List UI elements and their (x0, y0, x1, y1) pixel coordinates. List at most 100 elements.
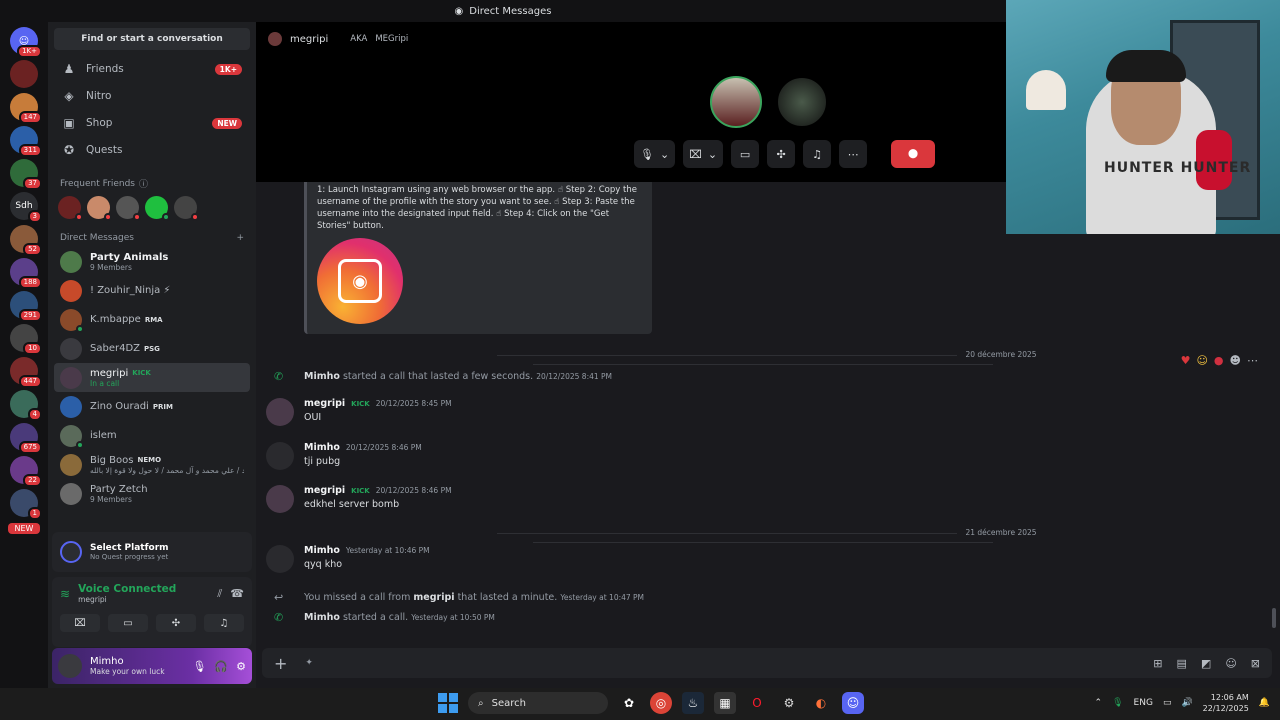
home-button[interactable]: ☺ 1K+ (10, 27, 42, 58)
add-dm-icon[interactable]: + (236, 233, 244, 243)
server-icon[interactable]: 4 (10, 390, 42, 421)
microphone-icon[interactable]: 🎙 (192, 660, 206, 673)
nav-nitro[interactable]: ◈ Nitro (54, 83, 250, 109)
server-icon[interactable]: 147 (10, 93, 42, 124)
language-indicator[interactable]: ENG (1134, 698, 1153, 708)
dm-item[interactable]: K.mbappe RMA (54, 305, 250, 334)
screen-share-button[interactable]: ▭ (108, 614, 148, 632)
steam-icon[interactable]: ♨ (682, 692, 704, 714)
server-icon[interactable]: 52 (10, 225, 42, 256)
embed-image[interactable]: ◉ (317, 238, 403, 324)
screen-share-button[interactable]: ▭ (731, 140, 760, 168)
friend-avatar[interactable] (174, 196, 199, 221)
message: megripi KICK 20/12/2025 8:45 PM OUI (266, 398, 452, 426)
nav-quests[interactable]: ✪ Quests (54, 137, 250, 163)
dm-item[interactable]: islem (54, 421, 250, 450)
notification-bell-icon[interactable]: 🔔 (1259, 698, 1270, 708)
server-icon[interactable]: 37 (10, 159, 42, 190)
quest-panel[interactable]: Select Platform No Quest progress yet (52, 532, 252, 572)
laugh-reaction-icon[interactable]: ☺ (1196, 354, 1207, 367)
taskbar-search[interactable]: ⌕ Search (468, 692, 608, 714)
chevron-up-icon[interactable]: ⌃ (1095, 698, 1103, 708)
chevron-down-icon[interactable]: ⌄ (708, 148, 717, 161)
signal-icon[interactable]: ≋ (60, 587, 70, 601)
windows-start-icon[interactable] (438, 693, 458, 713)
main-chat: megripi AKA MEGripi 🎙 ⌄ ⌧ ⌄ ▭ ✣ ♫ ⋯ ⬤ HUNT… (256, 0, 1280, 688)
dm-item[interactable]: Saber4DZ PSG (54, 334, 250, 363)
end-call-button[interactable]: ⬤ (891, 140, 936, 168)
user-avatar[interactable] (58, 654, 82, 678)
friend-avatar[interactable] (116, 196, 141, 221)
avatar[interactable] (266, 545, 294, 573)
activities-button[interactable]: ✣ (767, 140, 796, 168)
add-reaction-icon[interactable]: ☻ (1230, 354, 1241, 367)
firefox-icon[interactable]: ◐ (810, 692, 832, 714)
network-icon[interactable]: ▭ (1163, 698, 1172, 708)
call-user-name[interactable]: megripi (290, 34, 328, 45)
dm-item[interactable]: ! Zouhir_Ninja ⚡ (54, 276, 250, 305)
dm-item[interactable]: Big BoosNEMOيا رسول الله محمد / علي محمد… (54, 450, 250, 479)
heart-reaction-icon[interactable]: ♥ (1181, 354, 1191, 367)
server-icon[interactable] (10, 60, 38, 88)
server-icon[interactable]: 22 (10, 456, 42, 487)
chatgpt-icon[interactable]: ✿ (618, 692, 640, 714)
avatar[interactable] (266, 442, 294, 470)
disconnect-icon[interactable]: ☎ (230, 587, 244, 600)
friend-avatar[interactable] (145, 196, 170, 221)
system-clock[interactable]: 12:06 AM 22/12/2025 (1203, 692, 1249, 714)
reaction-icon[interactable]: ● (1214, 354, 1224, 367)
message-input[interactable] (330, 657, 1136, 669)
activities-button[interactable]: ✣ (156, 614, 196, 632)
more-icon[interactable]: ⋯ (1247, 354, 1258, 367)
settings-gear-icon[interactable]: ⚙ (236, 660, 246, 673)
call-participant-avatar[interactable] (710, 76, 762, 128)
chevron-down-icon[interactable]: ⌄ (660, 148, 669, 161)
app-icon[interactable]: ⚙ (778, 692, 800, 714)
dm-item[interactable]: Party Animals 9 Members (54, 247, 250, 276)
server-icon[interactable]: 447 (10, 357, 42, 388)
gif-icon[interactable]: ▤ (1177, 657, 1187, 670)
new-servers-badge[interactable]: NEW (8, 523, 40, 534)
gift-icon[interactable]: ⊞ (1153, 657, 1162, 670)
sparkle-icon[interactable]: ✦ (305, 658, 313, 668)
avatar (60, 279, 82, 302)
info-icon[interactable]: ⓘ (139, 177, 148, 190)
apps-icon[interactable]: ⊠ (1251, 657, 1260, 670)
server-icon[interactable]: 1 (10, 489, 42, 520)
server-icon[interactable]: 10 (10, 324, 42, 355)
attach-plus-icon[interactable]: + (274, 654, 287, 673)
headphones-icon[interactable]: 🎧 (214, 660, 228, 673)
avatar[interactable] (266, 398, 294, 426)
mute-button[interactable]: 🎙 ⌄ (634, 140, 676, 168)
dm-item-megripi[interactable]: megripi KICK In a call (54, 363, 250, 392)
sticker-icon[interactable]: ◩ (1201, 657, 1211, 670)
noise-suppression-icon[interactable]: ⫽ (217, 587, 222, 601)
microphone-icon[interactable]: 🎙 (1112, 698, 1123, 708)
server-icon[interactable]: 188 (10, 258, 42, 289)
soundboard-button[interactable]: ♫ (204, 614, 244, 632)
chat-scrollbar[interactable] (1272, 608, 1276, 628)
server-icon[interactable]: 675 (10, 423, 42, 454)
chrome-icon[interactable]: ◎ (650, 692, 672, 714)
dm-item[interactable]: Party Zetch 9 Members (54, 479, 250, 508)
friend-avatar[interactable] (58, 196, 83, 221)
camera-off-button[interactable]: ⌧ (60, 614, 100, 632)
soundboard-button[interactable]: ♫ (803, 140, 832, 168)
opera-icon[interactable]: O (746, 692, 768, 714)
volume-icon[interactable]: 🔊 (1181, 698, 1192, 708)
discord-taskbar-icon[interactable]: ☺ (842, 692, 864, 714)
nav-shop[interactable]: ▣ Shop NEW (54, 110, 250, 136)
friend-avatar[interactable] (87, 196, 112, 221)
nav-friends[interactable]: ♟ Friends 1K+ (54, 56, 250, 82)
call-participant-avatar[interactable] (776, 76, 828, 128)
find-conversation-button[interactable]: Find or start a conversation (54, 28, 250, 50)
server-icon[interactable]: Sdh 3 (10, 192, 42, 223)
emoji-icon[interactable]: ☺ (1225, 657, 1236, 670)
camera-button[interactable]: ⌧ ⌄ (683, 140, 724, 168)
server-icon[interactable]: 311 (10, 126, 42, 157)
server-icon[interactable]: 291 (10, 291, 42, 322)
app-icon[interactable]: ▦ (714, 692, 736, 714)
avatar[interactable] (266, 485, 294, 513)
dm-item[interactable]: Zino Ouradi PRIM (54, 392, 250, 421)
more-options-button[interactable]: ⋯ (839, 140, 868, 168)
